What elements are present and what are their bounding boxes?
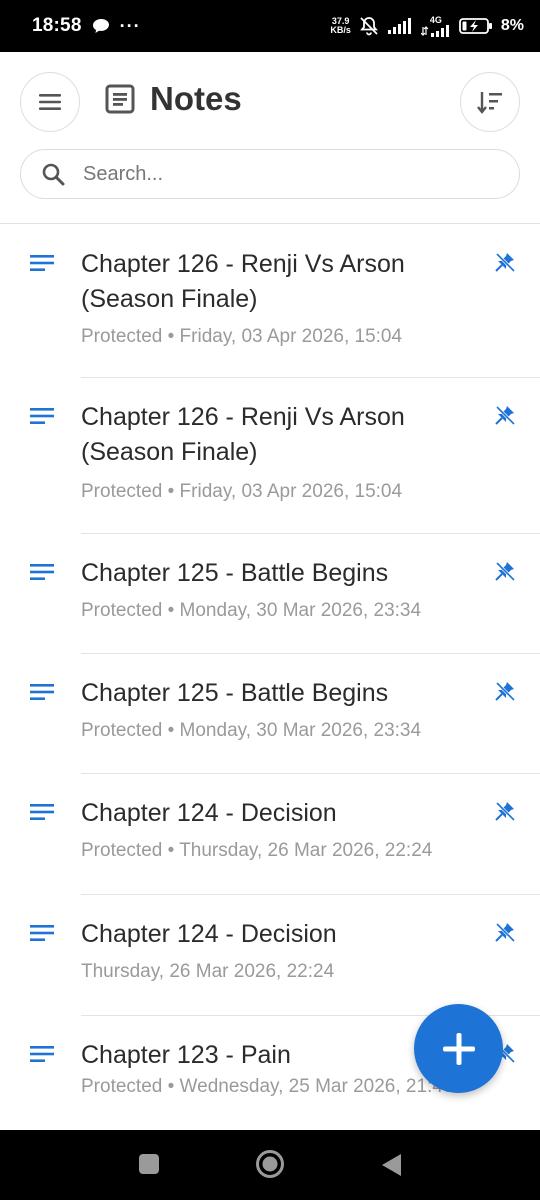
note-title: Chapter 125 - Battle Begins <box>81 559 389 587</box>
signal-4g-icon <box>420 24 449 37</box>
note-meta: Protected • Monday, 30 Mar 2026, 23:34 <box>81 600 422 621</box>
network-4g: 4G <box>420 14 451 37</box>
pin-off-icon[interactable] <box>494 680 516 702</box>
note-item[interactable]: Chapter 125 - Battle Begins Protected • … <box>0 534 540 654</box>
home-icon[interactable] <box>255 1149 285 1179</box>
network-type: 4G <box>429 14 442 25</box>
search-icon <box>42 163 65 186</box>
battery-charging-icon <box>458 18 492 34</box>
sort-icon <box>477 92 502 114</box>
note-title: Chapter 124 - Decision <box>81 920 337 948</box>
chat-bubble-icon <box>92 19 109 33</box>
pin-off-icon[interactable] <box>494 921 516 943</box>
hamburger-menu-icon <box>39 94 61 110</box>
back-icon[interactable] <box>379 1152 403 1178</box>
note-title: Chapter 124 - Decision <box>81 799 337 827</box>
note-meta: Protected • Monday, 30 Mar 2026, 23:34 <box>81 720 422 741</box>
search-bar[interactable] <box>20 149 520 199</box>
pin-off-icon[interactable] <box>494 251 516 273</box>
note-title: Chapter 126 - Renji Vs Arson (Season Fin… <box>81 403 405 466</box>
mute-bell-icon <box>360 17 378 36</box>
notes-list: Chapter 126 - Renji Vs Arson (Season Fin… <box>0 225 540 1130</box>
status-bar: 18:58 ··· 37.9 KB/s 4G 8% <box>0 0 540 52</box>
sort-button[interactable] <box>460 72 520 132</box>
note-meta: Protected • Wednesday, 25 Mar 2026, 21:4… <box>81 1076 454 1097</box>
note-item[interactable]: Chapter 124 - Decision Thursday, 26 Mar … <box>0 895 540 1016</box>
notes-document-icon <box>105 84 135 114</box>
note-text-icon <box>30 684 54 700</box>
add-note-button[interactable] <box>414 1004 503 1093</box>
app-header: Notes <box>0 52 540 224</box>
note-item[interactable]: Chapter 126 - Renji Vs Arson (Season Fin… <box>0 225 540 378</box>
note-text-icon <box>30 1046 54 1062</box>
note-meta: Protected • Thursday, 26 Mar 2026, 22:24 <box>81 840 433 861</box>
note-text-icon <box>30 255 54 271</box>
title-group: Notes <box>104 80 242 118</box>
note-text-icon <box>30 564 54 580</box>
menu-button[interactable] <box>20 72 80 132</box>
signal-icon <box>387 18 411 34</box>
note-meta: Protected • Friday, 03 Apr 2026, 15:04 <box>81 326 403 347</box>
note-title: Chapter 126 - Renji Vs Arson (Season Fin… <box>81 250 405 313</box>
pin-off-icon[interactable] <box>494 404 516 426</box>
search-input[interactable] <box>83 162 463 186</box>
status-time: 18:58 <box>32 15 82 36</box>
note-meta: Thursday, 26 Mar 2026, 22:24 <box>81 961 335 982</box>
battery-percent: 8% <box>500 17 524 34</box>
note-text-icon <box>30 408 54 424</box>
net-speed: 37.9 KB/s <box>330 17 351 35</box>
note-item[interactable]: Chapter 125 - Battle Begins Protected • … <box>0 654 540 774</box>
pin-off-icon[interactable] <box>494 800 516 822</box>
system-nav-bar <box>0 1130 540 1200</box>
note-text-icon <box>30 804 54 820</box>
pin-off-icon[interactable] <box>494 560 516 582</box>
note-item[interactable]: Chapter 126 - Renji Vs Arson (Season Fin… <box>0 378 540 534</box>
net-speed-unit: KB/s <box>330 25 351 35</box>
more-notifications-icon: ··· <box>119 15 141 36</box>
note-item[interactable]: Chapter 124 - Decision Protected • Thurs… <box>0 774 540 895</box>
plus-icon <box>442 1032 475 1065</box>
note-meta: Protected • Friday, 03 Apr 2026, 15:04 <box>81 481 403 502</box>
page-title: Notes <box>150 80 242 117</box>
note-title: Chapter 125 - Battle Begins <box>81 679 389 707</box>
recent-apps-icon[interactable] <box>137 1152 161 1176</box>
note-text-icon <box>30 925 54 941</box>
